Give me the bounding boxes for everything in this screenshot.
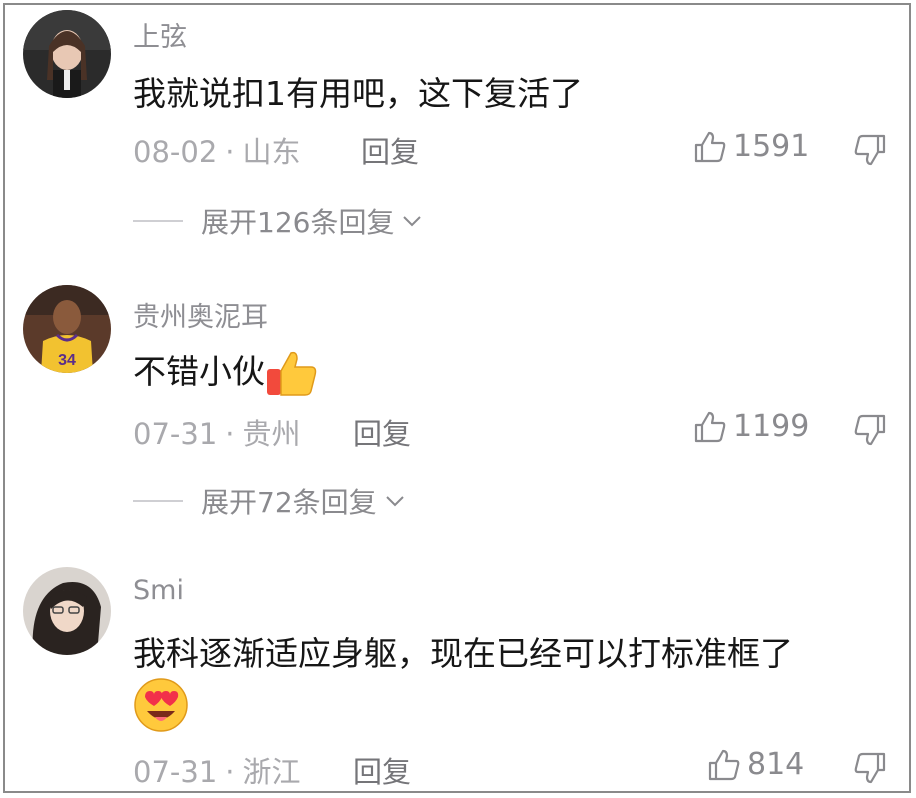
reply-button[interactable]: 回复 [353,749,411,791]
comment-date: 07-31 [133,755,218,789]
comment-meta: 08-02 · 山东 [133,129,301,171]
thumbs-down-icon[interactable] [853,413,887,447]
comment-meta: 07-31 · 贵州 [133,411,301,453]
reply-button[interactable]: 回复 [353,411,411,453]
username[interactable]: 上弦 [133,15,187,54]
like-count: 814 [747,747,805,782]
like-count: 1591 [733,129,810,164]
like-button[interactable]: 1591 [693,129,809,164]
thumbs-up-emoji [267,351,317,396]
heart-eyes-emoji [134,678,188,732]
like-button[interactable]: 1199 [693,409,809,444]
reply-button[interactable]: 回复 [361,129,419,171]
thumbs-up-icon [708,749,740,780]
meta-separator: · [225,135,235,169]
avatar[interactable] [23,10,111,98]
username[interactable]: Smi [133,575,184,606]
expand-replies-button[interactable]: 展开72条回复 [133,481,407,521]
comment-location: 贵州 [242,417,301,451]
thumbs-down-icon[interactable] [853,751,887,785]
divider-line [133,500,183,502]
comment-text-content: 不错小伙 [133,352,265,391]
expand-replies-button[interactable]: 展开126条回复 [133,201,424,241]
comment-location: 浙江 [242,755,301,789]
comment-text: 不错小伙 [133,345,319,399]
comment-text: 我就说扣1有用吧，这下复活了 [133,74,583,113]
comment-location: 山东 [242,135,301,169]
meta-separator: · [225,417,235,451]
avatar[interactable] [23,567,111,655]
thumbs-up-icon [694,411,726,442]
thumbs-up-icon [694,131,726,162]
thumbs-down-icon[interactable] [853,133,887,167]
expand-replies-label: 展开72条回复 [201,486,377,519]
comment-list: 上弦 我就说扣1有用吧，这下复活了 08-02 · 山东 回复 1591 展开126… [3,3,911,793]
comment-date: 07-31 [133,417,218,451]
comment-date: 08-02 [133,135,218,169]
username[interactable]: 贵州奥泥耳 [133,295,268,334]
like-button[interactable]: 814 [707,747,804,782]
chevron-down-icon [385,496,404,507]
expand-replies-label: 展开126条回复 [201,206,395,239]
comment-text: 我科逐渐适应身躯，现在已经可以打标准框了 [133,634,793,673]
divider-line [133,220,183,222]
avatar[interactable]: 34 [23,285,111,373]
avatar-jersey-number: 34 [58,352,76,369]
like-count: 1199 [733,409,810,444]
chevron-down-icon [403,216,422,227]
comment-meta: 07-31 · 浙江 [133,749,301,791]
meta-separator: · [225,755,235,789]
